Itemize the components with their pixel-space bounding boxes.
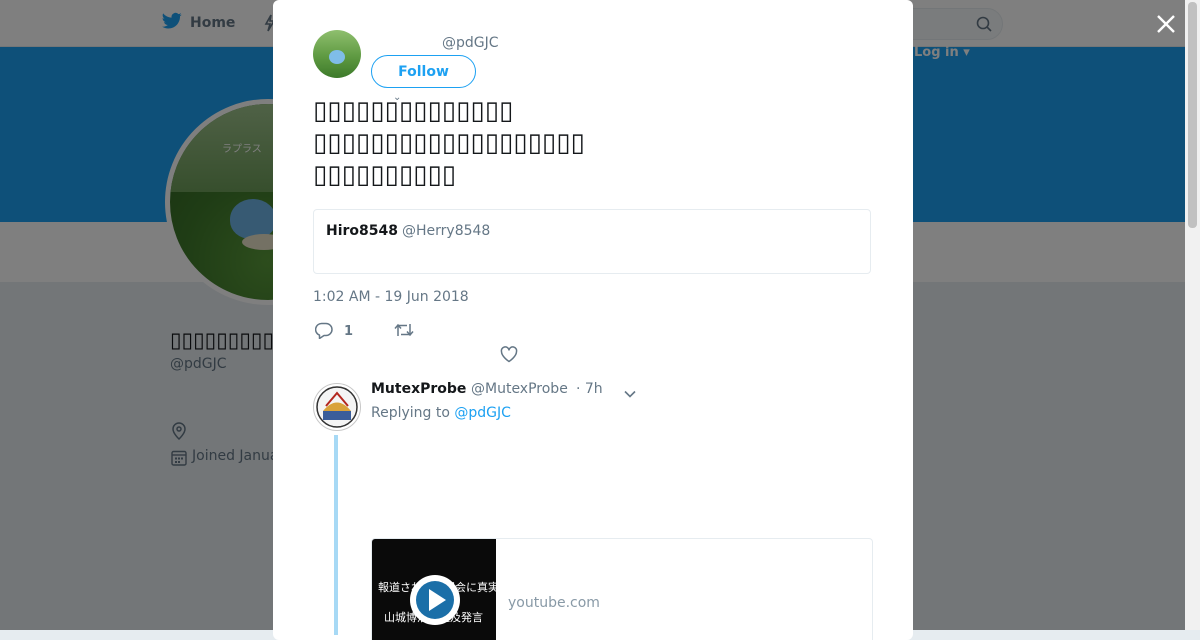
tweet-modal: @pdGJC Follow ⌄ ▯▯▯▯▯▯▯▯▯▯▯▯▯▯ ▯▯▯▯▯▯▯▯▯… [273,0,913,640]
heart-icon[interactable] [500,346,518,367]
chevron-down-icon[interactable] [623,384,637,403]
close-icon[interactable] [1154,12,1178,36]
reply-icon[interactable] [314,322,333,343]
video-thumbnail[interactable]: 報道されない国会に真実 山城博治の追及発言 [372,539,499,640]
quoted-author-handle: @Herry8548 [402,223,491,239]
author-avatar-creature [329,50,345,64]
reply-count: 1 [344,324,354,339]
link-domain: youtube.com [508,595,600,611]
reply-author-handle[interactable]: @MutexProbe [471,381,568,397]
reply-author-avatar[interactable] [313,383,361,431]
replying-to-handle-link[interactable]: @pdGJC [454,405,511,421]
replying-to-prefix: Replying to [371,405,450,421]
reply-timestamp[interactable]: · 7h [576,381,603,397]
tweet-text: ▯▯▯▯▯▯▯▯▯▯▯▯▯▯ ▯▯▯▯▯▯▯▯▯▯▯▯▯▯▯▯▯▯▯ ▯▯▯▯▯… [313,95,853,191]
tweet-text-line: ▯▯▯▯▯▯▯▯▯▯▯▯▯▯ [313,96,514,126]
link-preview-card[interactable]: 報道されない国会に真実 山城博治の追及発言 youtube.com [371,538,873,640]
scrollbar[interactable] [1185,0,1200,630]
author-avatar[interactable] [313,30,361,78]
follow-button[interactable]: Follow [371,55,476,88]
quoted-author-name: Hiro8548 [326,223,399,239]
reply-author-name[interactable]: MutexProbe [371,381,466,397]
tweet-text-line: ▯▯▯▯▯▯▯▯▯▯▯▯▯▯▯▯▯▯▯ [313,128,585,158]
thread-line [334,435,338,635]
tweet-timestamp[interactable]: 1:02 AM - 19 Jun 2018 [313,289,469,305]
retweet-icon[interactable] [394,322,414,342]
quoted-tweet-card[interactable]: Hiro8548 @Herry8548 [313,209,871,274]
play-icon[interactable] [408,573,462,631]
tweet-text-line: ▯▯▯▯▯▯▯▯▯▯ [313,160,457,190]
replying-to: Replying to @pdGJC [371,405,511,421]
author-handle[interactable]: @pdGJC [442,35,499,51]
scrollbar-thumb[interactable] [1188,2,1197,228]
